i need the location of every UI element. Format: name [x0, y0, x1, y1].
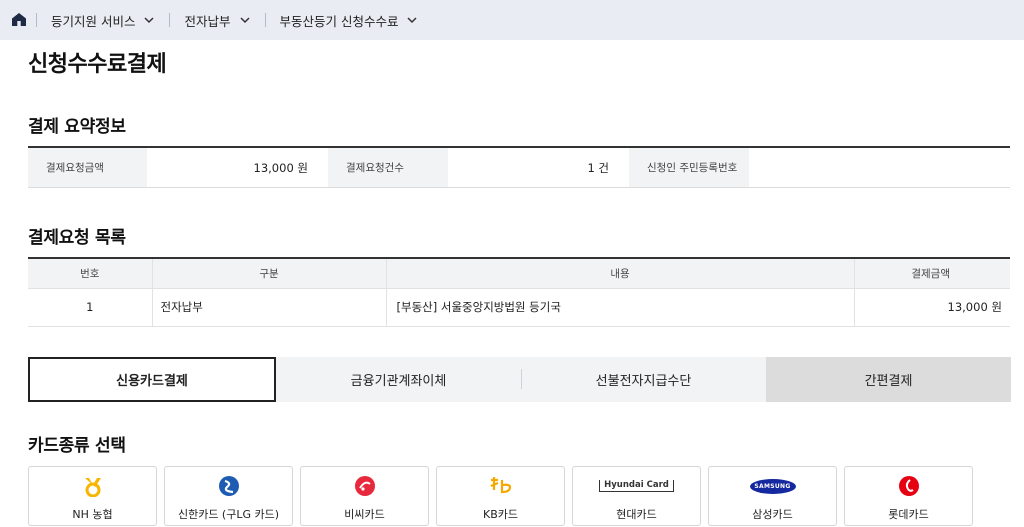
request-list-table: 번호 구분 내용 결제금액 1 전자납부 [부동산] 서울중앙지방법원 등기국 … [28, 257, 1010, 327]
column-header-no: 번호 [28, 258, 152, 289]
samsung-logo-icon: SAMSUNG [749, 475, 796, 497]
tab-label: 선불전자지급수단 [595, 374, 692, 389]
page-title: 신청수수료결제 [28, 52, 167, 77]
table-row: 1 전자납부 [부동산] 서울중앙지방법원 등기국 13,000 원 [28, 288, 1010, 327]
tab-divider [521, 369, 522, 389]
card-name: NH 농협 [72, 508, 113, 521]
payment-summary: 결제요청금액 13,000 원 결제요청건수 1 건 신청인 주민등록번호 [28, 146, 1010, 188]
breadcrumb-item-e-payment[interactable]: 전자납부 [170, 0, 264, 40]
breadcrumb-item-registry-service[interactable]: 등기지원 서비스 [37, 0, 169, 40]
chevron-down-icon [406, 14, 418, 26]
amount-value: 13,000 원 [253, 160, 308, 175]
breadcrumb-item-property-fee[interactable]: 부동산등기 신청수수료 [266, 0, 433, 40]
count-value: 1 건 [587, 160, 609, 175]
row-amount: 13,000 원 [853, 288, 1010, 327]
count-label: 결제요청건수 [328, 148, 448, 187]
tab-label: 간편결제 [864, 374, 913, 389]
card-name: KB카드 [483, 508, 518, 521]
kb-logo-icon [488, 475, 514, 497]
card-option-kb[interactable]: KB카드 [436, 466, 565, 526]
nh-logo-icon [82, 475, 104, 497]
breadcrumb-label: 전자납부 [184, 13, 231, 29]
card-name: 현대카드 [616, 508, 657, 521]
request-list-title: 결제요청 목록 [28, 228, 126, 248]
tab-simple-pay[interactable]: 간편결제 [766, 357, 1011, 402]
card-option-hyundai[interactable]: Hyundai Card 현대카드 [572, 466, 701, 526]
home-icon [12, 11, 26, 30]
card-option-bc[interactable]: 비씨카드 [300, 466, 429, 526]
column-header-amount: 결제금액 [853, 258, 1010, 289]
shinhan-logo-icon [218, 475, 240, 497]
chevron-down-icon [239, 14, 251, 26]
home-button[interactable] [2, 0, 36, 40]
table-header-row: 번호 구분 내용 결제금액 [28, 258, 1010, 289]
chevron-down-icon [143, 14, 155, 26]
payment-method-tabs: 신용카드결제 금융기관계좌이체 선불전자지급수단 간편결제 [28, 357, 1011, 402]
column-header-content: 내용 [385, 258, 854, 289]
summary-section-title: 결제 요약정보 [28, 117, 126, 137]
card-list: NH 농협 신한카드 (구LG 카드) 비씨카드 KB카드 Hyundai Ca… [28, 466, 973, 526]
breadcrumb-label: 부동산등기 신청수수료 [279, 13, 399, 29]
hyundai-logo-icon: Hyundai Card [599, 475, 674, 497]
tab-prepaid[interactable]: 선불전자지급수단 [521, 357, 766, 402]
bc-logo-icon [354, 475, 376, 497]
card-option-samsung[interactable]: SAMSUNG 삼성카드 [708, 466, 837, 526]
card-option-nh[interactable]: NH 농협 [28, 466, 157, 526]
applicant-id-label: 신청인 주민등록번호 [629, 148, 749, 187]
row-type: 전자납부 [151, 288, 386, 327]
tab-label: 금융기관계좌이체 [350, 374, 447, 389]
lotte-logo-icon [898, 475, 920, 497]
card-name: 신한카드 (구LG 카드) [177, 508, 280, 521]
row-content: [부동산] 서울중앙지방법원 등기국 [385, 288, 854, 327]
breadcrumb: 등기지원 서비스 전자납부 부동산등기 신청수수료 [0, 0, 1024, 40]
tab-credit-card[interactable]: 신용카드결제 [28, 357, 276, 402]
applicant-id-value [749, 148, 1010, 187]
card-name: 롯데카드 [888, 508, 929, 521]
card-name: 삼성카드 [752, 508, 793, 521]
tab-bank-transfer[interactable]: 금융기관계좌이체 [276, 357, 521, 402]
row-no: 1 [28, 288, 152, 327]
tab-label: 신용카드결제 [116, 374, 188, 389]
card-name: 비씨카드 [344, 508, 385, 521]
card-select-title: 카드종류 선택 [28, 436, 126, 456]
breadcrumb-label: 등기지원 서비스 [51, 13, 136, 29]
card-option-lotte[interactable]: 롯데카드 [844, 466, 973, 526]
card-option-shinhan[interactable]: 신한카드 (구LG 카드) [164, 466, 293, 526]
amount-label: 결제요청금액 [28, 148, 147, 187]
column-header-type: 구분 [151, 258, 386, 289]
